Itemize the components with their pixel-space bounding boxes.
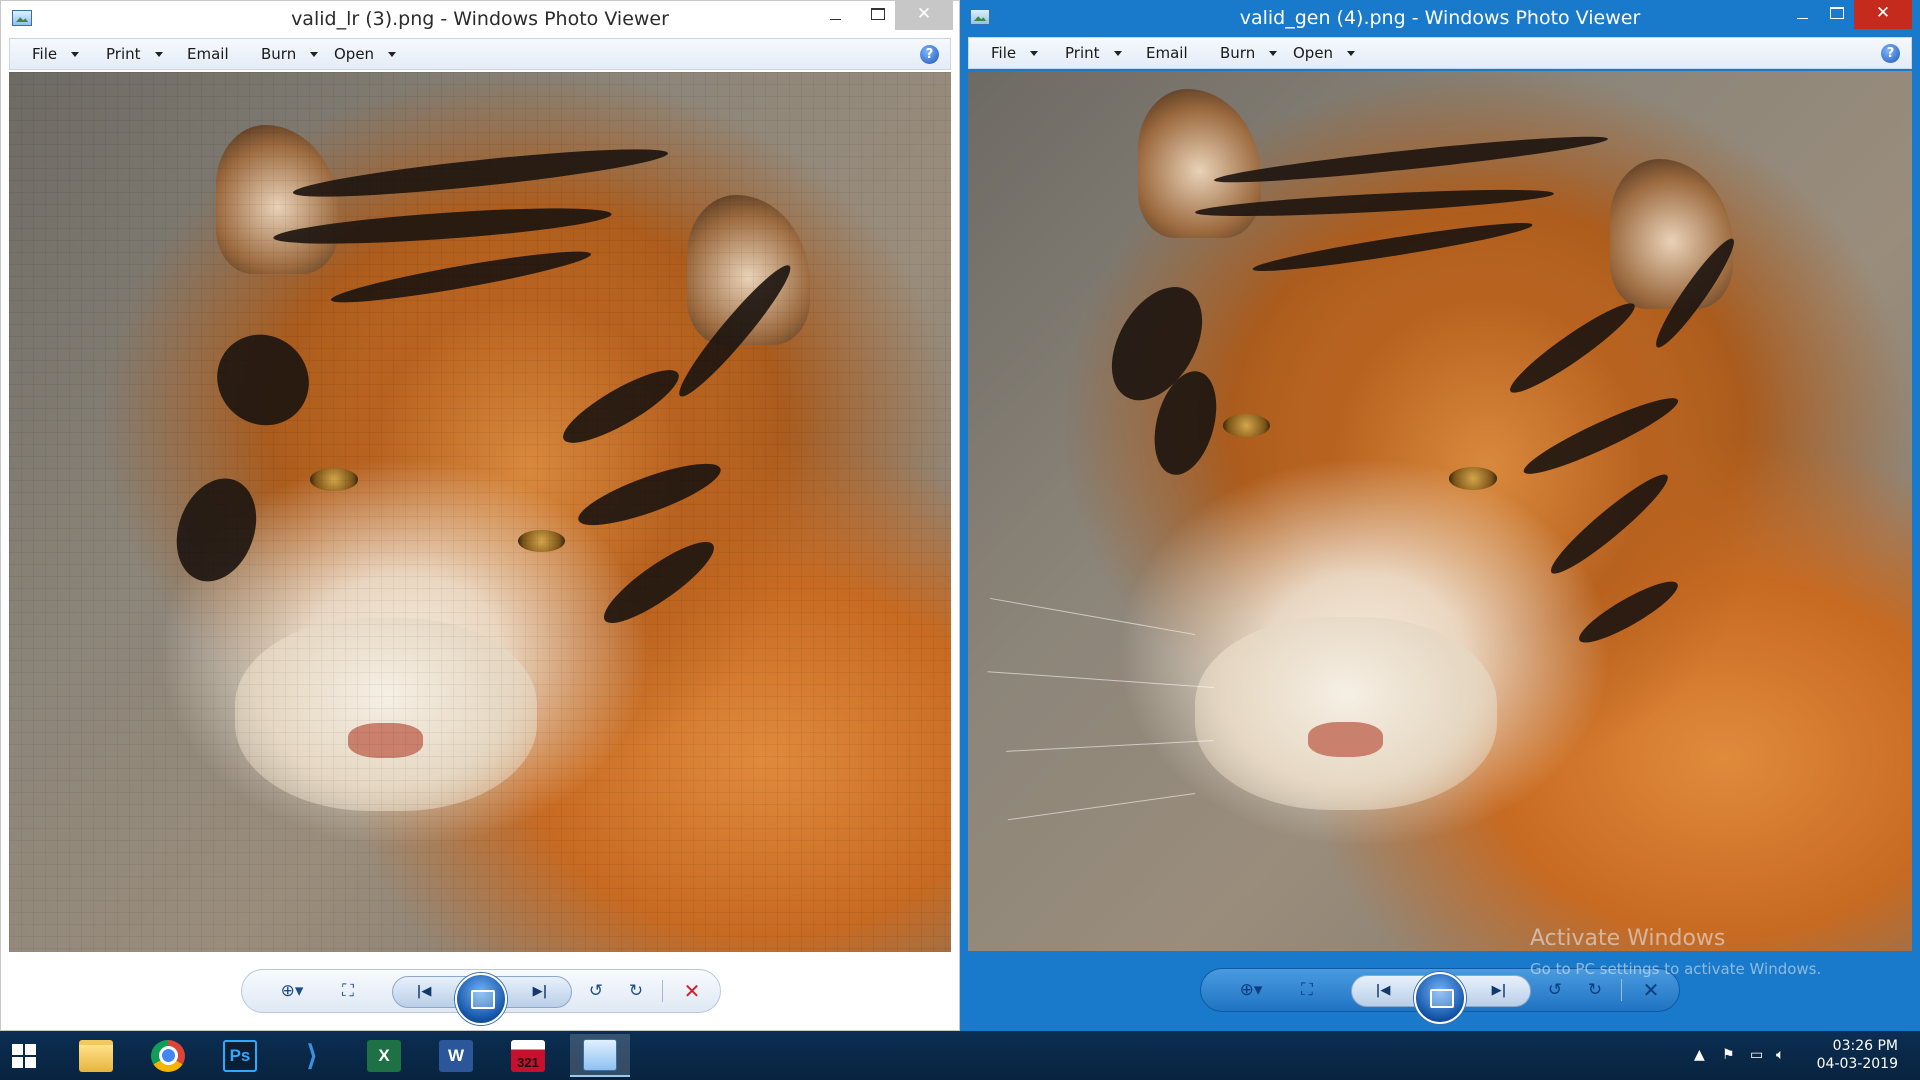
window-title: valid_lr (3).png - Windows Photo Viewer [291,8,669,30]
chevron-down-icon [1269,50,1278,56]
rotate-right-icon[interactable]: ↻ [1581,977,1609,1003]
action-center-flag-icon[interactable]: ⚑ [1722,1047,1735,1063]
menu-open[interactable]: Open [1293,44,1356,62]
next-icon[interactable]: ▶| [1486,980,1512,1002]
actual-size-icon[interactable]: ⛶ [334,978,362,1004]
help-icon[interactable]: ? [1881,44,1900,63]
menu-burn[interactable]: Burn [261,45,319,63]
chevron-down-icon [1030,50,1039,56]
menu-bar: File Print Email Burn Open ? [9,38,951,70]
chevron-down-icon [388,51,397,57]
rotate-left-icon[interactable]: ↺ [582,978,610,1004]
activate-windows-subtitle: Go to PC settings to activate Windows. [1530,960,1822,978]
activate-windows-title: Activate Windows [1530,926,1726,951]
image-viewport[interactable] [968,71,1912,951]
menu-bar: File Print Email Burn Open ? [968,37,1912,69]
navigation-group: |◀ ▶| [392,973,572,1025]
taskbar: Ps ⟩ X W 321 ▲ ⚑ ▭ 🔈︎ 03:26 PM 04-03-201… [0,1031,1920,1080]
photoshop-icon: Ps [223,1039,257,1072]
menu-file-label: File [32,45,58,63]
system-tray: ▲ ⚑ ▭ 🔈︎ 03:26 PM 04-03-2019 [1680,1031,1920,1080]
network-icon[interactable]: ▭ [1750,1047,1763,1063]
rotate-right-icon[interactable]: ↻ [622,978,650,1004]
menu-email-label: Email [1146,44,1188,62]
taskbar-photoshop[interactable]: Ps [210,1034,270,1077]
vscode-icon: ⟩ [306,1040,318,1071]
taskbar-chrome[interactable] [138,1034,198,1077]
photo-viewer-icon [583,1038,617,1071]
navigation-group: |◀ ▶| [1351,972,1531,1024]
photo-viewer-window-left[interactable]: valid_lr (3).png - Windows Photo Viewer … [0,0,960,1031]
maximize-button[interactable] [861,1,893,30]
excel-icon: X [367,1039,401,1072]
minimize-button[interactable] [1786,0,1818,29]
tiger-photo-low-res [9,72,951,952]
menu-print-label: Print [1065,44,1100,62]
slideshow-button[interactable] [1414,972,1466,1024]
delete-icon[interactable]: ✕ [678,978,706,1004]
slideshow-button[interactable] [455,973,507,1025]
tiger-photo-generated [968,71,1912,951]
minimize-button[interactable] [819,1,851,30]
previous-icon[interactable]: |◀ [1370,980,1396,1002]
menu-print[interactable]: Print [1065,44,1122,62]
zoom-icon[interactable]: ⊕▾ [1231,977,1271,1003]
menu-open-label: Open [334,45,375,63]
taskbar-file-explorer[interactable] [66,1034,126,1077]
start-button[interactable] [12,1044,36,1068]
help-icon[interactable]: ? [920,45,939,64]
window-title: valid_gen (4).png - Windows Photo Viewer [1239,7,1641,29]
taskbar-calendar[interactable]: 321 [498,1034,558,1077]
taskbar-word[interactable]: W [426,1034,486,1077]
chevron-down-icon [1113,50,1122,56]
menu-email[interactable]: Email [187,45,229,63]
maximize-button[interactable] [1820,0,1852,29]
previous-icon[interactable]: |◀ [411,981,437,1003]
menu-email-label: Email [187,45,229,63]
menu-burn-label: Burn [261,45,297,63]
clock[interactable]: 03:26 PM 04-03-2019 [1817,1037,1898,1073]
image-viewport[interactable] [9,72,951,952]
rotate-left-icon[interactable]: ↺ [1541,977,1569,1003]
clock-time: 03:26 PM [1832,1038,1898,1054]
menu-burn-label: Burn [1220,44,1256,62]
taskbar-photo-viewer[interactable] [570,1034,630,1077]
title-bar[interactable]: valid_lr (3).png - Windows Photo Viewer … [1,1,959,38]
chrome-icon [151,1039,185,1072]
chevron-down-icon [71,51,80,57]
zoom-icon[interactable]: ⊕▾ [272,978,312,1004]
menu-file[interactable]: File [32,45,80,63]
show-hidden-icons-icon[interactable]: ▲ [1694,1047,1705,1063]
photo-viewer-window-right[interactable]: valid_gen (4).png - Windows Photo Viewer… [960,0,1920,1031]
menu-email[interactable]: Email [1146,44,1188,62]
menu-print[interactable]: Print [106,45,163,63]
close-button[interactable]: ✕ [895,1,953,30]
menu-open[interactable]: Open [334,45,397,63]
bottom-toolbar: ⊕▾ ⛶ |◀ ▶| ↺ ↻ ✕ [241,969,721,1025]
toolbar-divider [662,980,663,1002]
taskbar-excel[interactable]: X [354,1034,414,1077]
clock-date: 04-03-2019 [1816,1056,1898,1072]
menu-file[interactable]: File [991,44,1039,62]
chevron-down-icon [310,51,319,57]
toolbar-divider [1621,979,1622,1001]
volume-icon[interactable]: 🔈︎ [1776,1047,1784,1063]
menu-file-label: File [991,44,1017,62]
chevron-down-icon [1347,50,1356,56]
close-button[interactable]: ✕ [1854,0,1912,29]
title-bar[interactable]: valid_gen (4).png - Windows Photo Viewer… [960,0,1920,37]
menu-print-label: Print [106,45,141,63]
delete-icon[interactable]: ✕ [1637,977,1665,1003]
taskbar-vscode[interactable]: ⟩ [282,1034,342,1077]
menu-burn[interactable]: Burn [1220,44,1278,62]
next-icon[interactable]: ▶| [527,981,553,1003]
actual-size-icon[interactable]: ⛶ [1293,977,1321,1003]
calendar-icon: 321 [511,1039,545,1072]
word-icon: W [439,1039,473,1072]
chevron-down-icon [154,51,163,57]
folder-icon [79,1039,113,1072]
menu-open-label: Open [1293,44,1334,62]
